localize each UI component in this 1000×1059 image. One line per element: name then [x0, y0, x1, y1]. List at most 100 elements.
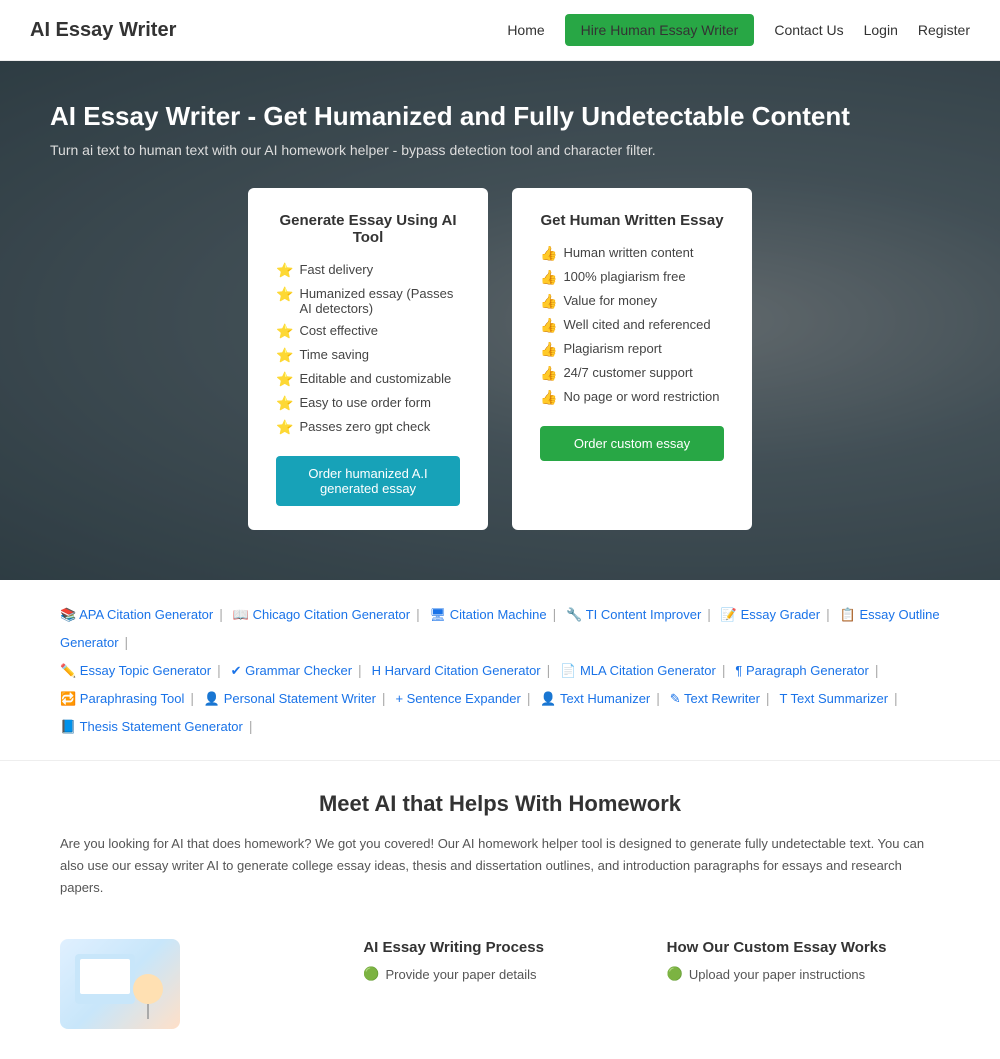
link-content-improver[interactable]: 🔧 TI Content Improver [566, 607, 701, 622]
link-humanizer[interactable]: 👤 Text Humanizer [540, 691, 650, 706]
link-mla[interactable]: 📄 MLA Citation Generator [560, 663, 716, 678]
human-star-3: 👍 [540, 293, 557, 310]
hero-subtitle: Turn ai text to human text with our AI h… [50, 142, 950, 158]
order-ai-button[interactable]: Order humanized A.I generated essay [276, 456, 460, 506]
nav-home[interactable]: Home [507, 22, 544, 38]
sep-4: | [707, 606, 711, 622]
human-features-list: 👍Human written content 👍100% plagiarism … [540, 245, 724, 406]
sep-3: | [553, 606, 557, 622]
custom-step-1: 🟢 Upload your paper instructions [667, 966, 940, 982]
star-icon-4: ⭐ [276, 347, 293, 364]
link-sentence-expander[interactable]: + Sentence Expander [395, 691, 520, 706]
nav-register[interactable]: Register [918, 22, 970, 38]
human-star-1: 👍 [540, 245, 557, 262]
custom-step-1-icon: 🟢 [667, 966, 683, 982]
meet-ai-body: Are you looking for AI that does homewor… [60, 833, 940, 899]
sep-7: | [217, 662, 221, 678]
star-icon-6: ⭐ [276, 395, 293, 412]
sep-10: | [722, 662, 726, 678]
bottom-row: AI Essay Writing Process 🟢 Provide your … [0, 939, 1000, 1059]
hero-section: AI Essay Writer - Get Humanized and Full… [0, 61, 1000, 580]
ai-process-col: AI Essay Writing Process 🟢 Provide your … [363, 939, 636, 1039]
link-citation-machine[interactable]: 🖥 Citation Machine [430, 607, 547, 622]
sep-8: | [358, 662, 362, 678]
custom-essay-col: How Our Custom Essay Works 🟢 Upload your… [667, 939, 940, 1039]
link-essay-grader[interactable]: 📝 Essay Grader [721, 607, 820, 622]
illustration-svg [70, 944, 170, 1024]
human-feature-7: 👍No page or word restriction [540, 389, 724, 406]
human-feature-5: 👍Plagiarism report [540, 341, 724, 358]
human-feature-4: 👍Well cited and referenced [540, 317, 724, 334]
ai-feature-4: ⭐Time saving [276, 347, 460, 364]
human-feature-2: 👍100% plagiarism free [540, 269, 724, 286]
custom-essay-list: 🟢 Upload your paper instructions [667, 966, 940, 982]
sep-13: | [382, 690, 386, 706]
process-step-1: 🟢 Provide your paper details [363, 966, 636, 982]
human-feature-1: 👍Human written content [540, 245, 724, 262]
ai-process-list: 🟢 Provide your paper details [363, 966, 636, 982]
ai-feature-7: ⭐Passes zero gpt check [276, 419, 460, 436]
sep-6: | [125, 634, 129, 650]
human-star-5: 👍 [540, 341, 557, 358]
nav-contact[interactable]: Contact Us [774, 22, 843, 38]
nav-links: Home Hire Human Essay Writer Contact Us … [507, 14, 970, 46]
hero-content: AI Essay Writer - Get Humanized and Full… [50, 101, 950, 530]
sep-1: | [219, 606, 223, 622]
ai-feature-3: ⭐Cost effective [276, 323, 460, 340]
link-personal-statement[interactable]: 👤 Personal Statement Writer [204, 691, 376, 706]
link-apa[interactable]: 📚 APA Citation Generator [60, 607, 213, 622]
meet-ai-section: Meet AI that Helps With Homework Are you… [0, 761, 1000, 939]
sep-15: | [656, 690, 660, 706]
sep-5: | [826, 606, 830, 622]
link-harvard[interactable]: H Harvard Citation Generator [372, 663, 541, 678]
ai-card-title: Generate Essay Using AI Tool [276, 212, 460, 246]
brand-logo: AI Essay Writer [30, 19, 176, 42]
human-star-6: 👍 [540, 365, 557, 382]
human-star-4: 👍 [540, 317, 557, 334]
illustration-col [60, 939, 333, 1039]
human-feature-6: 👍24/7 customer support [540, 365, 724, 382]
ai-features-list: ⭐Fast delivery ⭐Humanized essay (Passes … [276, 262, 460, 436]
human-star-7: 👍 [540, 389, 557, 406]
custom-essay-title: How Our Custom Essay Works [667, 939, 940, 956]
navbar: AI Essay Writer Home Hire Human Essay Wr… [0, 0, 1000, 61]
hero-title: AI Essay Writer - Get Humanized and Full… [50, 101, 950, 132]
sep-17: | [894, 690, 898, 706]
sep-14: | [527, 690, 531, 706]
link-paragraph[interactable]: ¶ Paragraph Generator [735, 663, 868, 678]
sep-2: | [416, 606, 420, 622]
process-step-1-icon: 🟢 [363, 966, 379, 982]
human-card: Get Human Written Essay 👍Human written c… [512, 188, 752, 530]
ai-card: Generate Essay Using AI Tool ⭐Fast deliv… [248, 188, 488, 530]
ai-process-title: AI Essay Writing Process [363, 939, 636, 956]
star-icon-2: ⭐ [276, 286, 293, 303]
link-chicago[interactable]: 📖 Chicago Citation Generator [233, 607, 410, 622]
link-grammar[interactable]: ✔ Grammar Checker [231, 663, 352, 678]
illustration-image [60, 939, 180, 1029]
star-icon-7: ⭐ [276, 419, 293, 436]
nav-login[interactable]: Login [864, 22, 898, 38]
screen-inner [80, 959, 130, 994]
order-human-button[interactable]: Order custom essay [540, 426, 724, 461]
meet-ai-title: Meet AI that Helps With Homework [60, 791, 940, 817]
person-circle [133, 974, 163, 1004]
star-icon-3: ⭐ [276, 323, 293, 340]
sep-9: | [547, 662, 551, 678]
cards-row: Generate Essay Using AI Tool ⭐Fast deliv… [50, 188, 950, 530]
nav-hire[interactable]: Hire Human Essay Writer [565, 14, 755, 46]
ai-feature-1: ⭐Fast delivery [276, 262, 460, 279]
star-icon-5: ⭐ [276, 371, 293, 388]
star-icon-1: ⭐ [276, 262, 293, 279]
human-feature-3: 👍Value for money [540, 293, 724, 310]
link-paraphrase[interactable]: 🔁 Paraphrasing Tool [60, 691, 184, 706]
human-card-title: Get Human Written Essay [540, 212, 724, 229]
ai-feature-5: ⭐Editable and customizable [276, 371, 460, 388]
sep-16: | [766, 690, 770, 706]
sep-18: | [249, 718, 253, 734]
ai-feature-2: ⭐Humanized essay (Passes AI detectors) [276, 286, 460, 316]
link-rewriter[interactable]: ✎ Text Rewriter [670, 691, 760, 706]
sep-11: | [875, 662, 879, 678]
link-thesis[interactable]: 📘 Thesis Statement Generator [60, 719, 243, 734]
link-summarizer[interactable]: T Text Summarizer [779, 691, 888, 706]
link-essay-topic[interactable]: ✏️ Essay Topic Generator [60, 663, 211, 678]
